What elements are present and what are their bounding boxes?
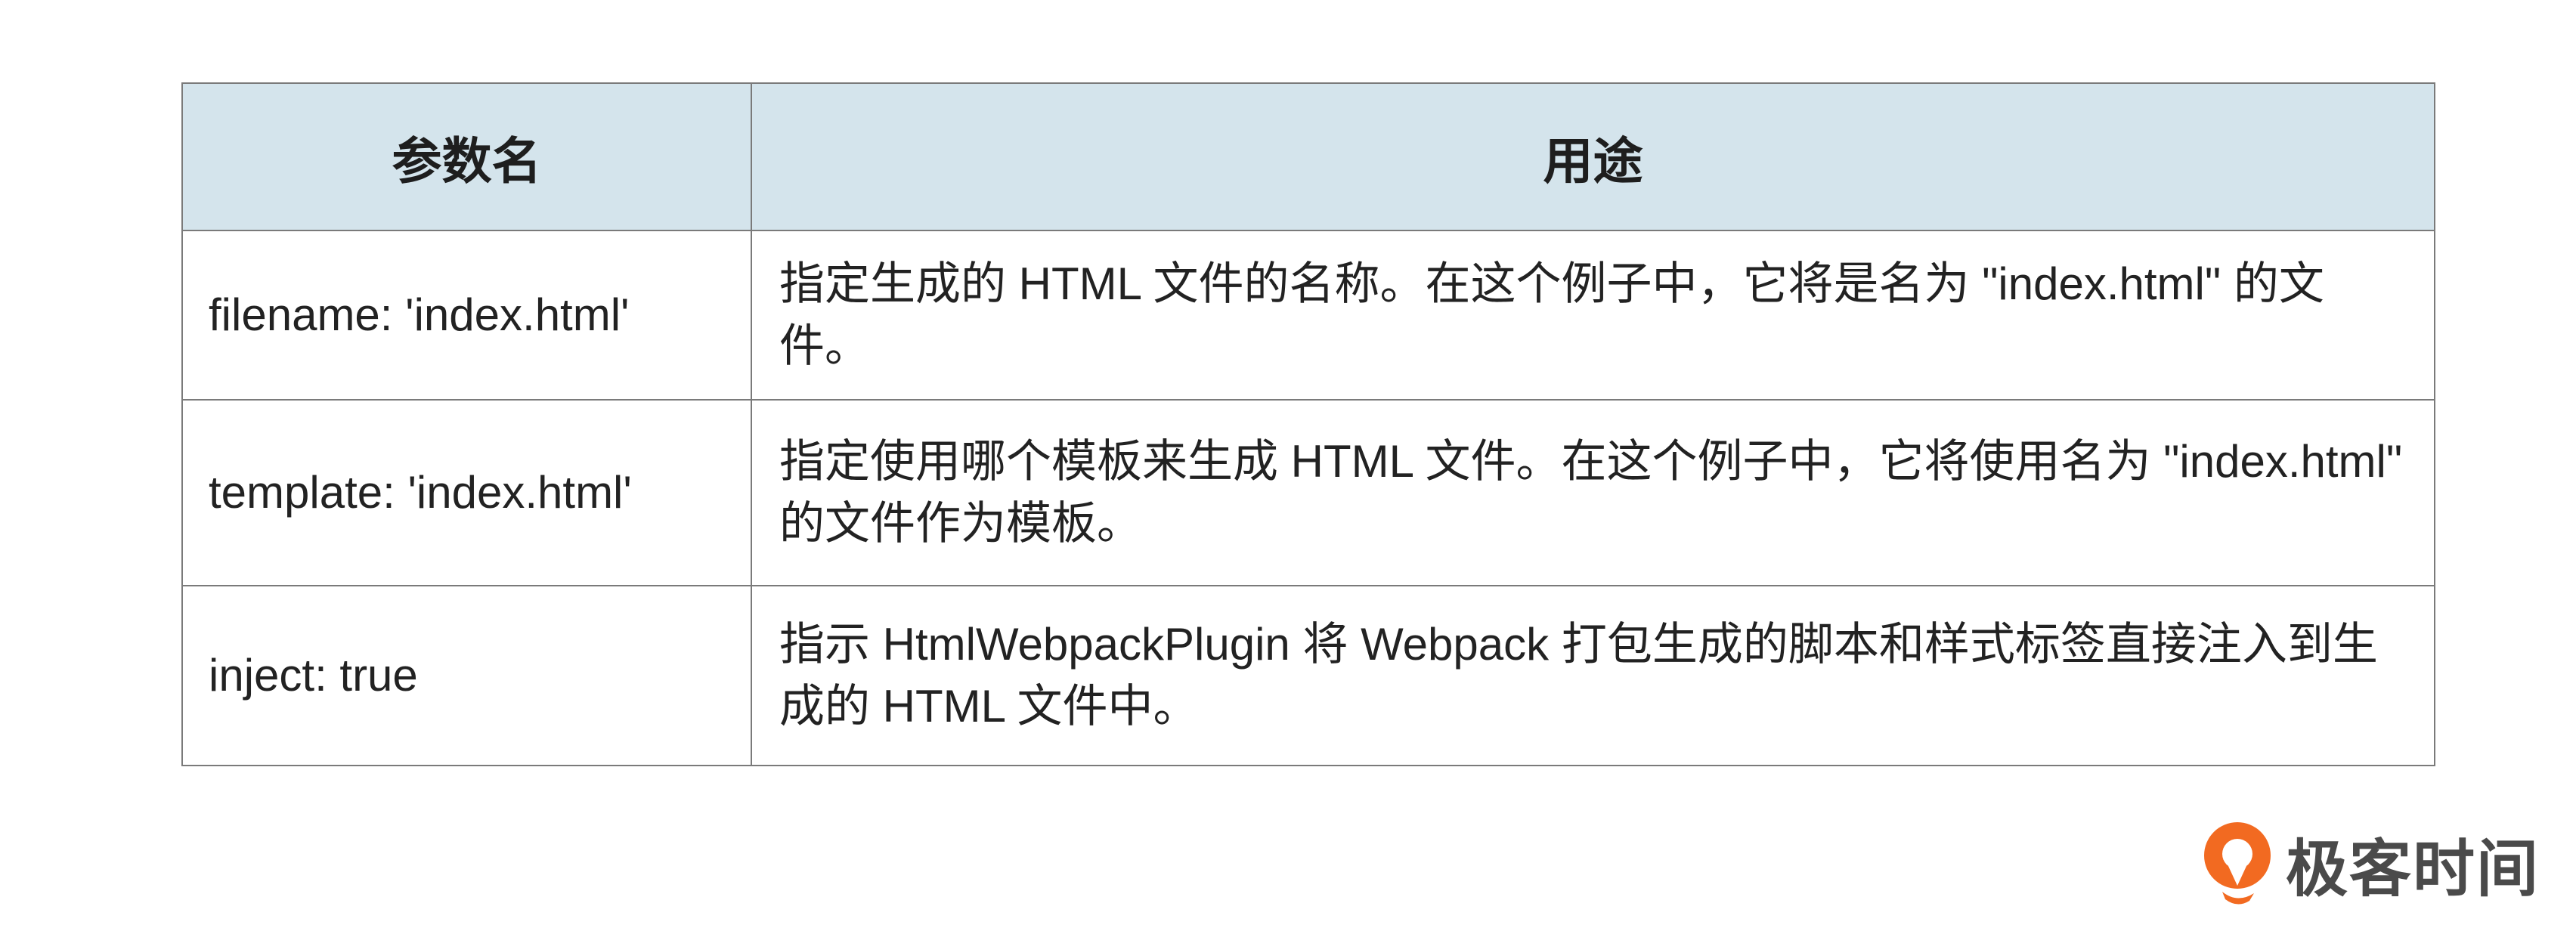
table-row: inject: true 指示 HtmlWebpackPlugin 将 Webp…	[181, 585, 2435, 766]
geektime-logo-icon	[2204, 822, 2271, 905]
geektime-logo: 极客时间	[2200, 818, 2540, 908]
param-usage-cell: 指示 HtmlWebpackPlugin 将 Webpack 打包生成的脚本和样…	[751, 585, 2435, 766]
header-row: 参数名 用途	[181, 82, 2435, 231]
table-row: template: 'index.html' 指定使用哪个模板来生成 HTML …	[181, 399, 2435, 586]
table-header: 参数名 用途	[181, 82, 2435, 231]
params-table-container: 参数名 用途 filename: 'index.html' 指定生成的 HTML…	[181, 82, 2435, 766]
header-usage: 用途	[751, 82, 2435, 231]
params-table: 参数名 用途 filename: 'index.html' 指定生成的 HTML…	[181, 82, 2435, 766]
param-name-cell: template: 'index.html'	[181, 399, 752, 586]
table-row: filename: 'index.html' 指定生成的 HTML 文件的名称。…	[181, 230, 2435, 401]
table-body: filename: 'index.html' 指定生成的 HTML 文件的名称。…	[181, 230, 2435, 766]
param-usage-cell: 指定生成的 HTML 文件的名称。在这个例子中，它将是名为 "index.htm…	[751, 230, 2435, 401]
param-name-cell: filename: 'index.html'	[181, 230, 752, 401]
brand-name: 极客时间	[2286, 833, 2540, 905]
header-param-name: 参数名	[181, 82, 752, 231]
param-name-cell: inject: true	[181, 585, 752, 766]
param-usage-cell: 指定使用哪个模板来生成 HTML 文件。在这个例子中，它将使用名为 "index…	[751, 399, 2435, 586]
